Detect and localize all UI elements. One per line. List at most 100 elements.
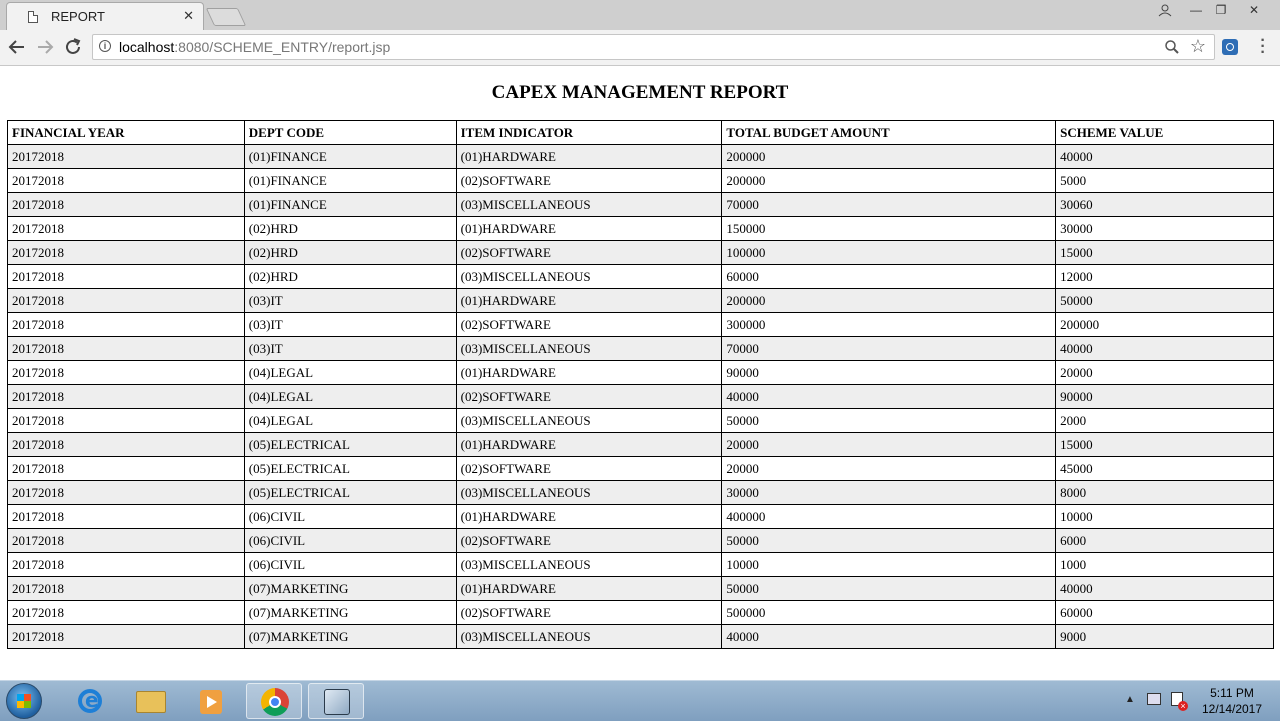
address-bar[interactable]: i localhost:8080/SCHEME_ENTRY/report.jsp… xyxy=(92,34,1215,60)
action-center-flag-icon[interactable] xyxy=(1171,692,1188,711)
cell-item-indicator: (01)HARDWARE xyxy=(455,288,723,313)
back-arrow-icon[interactable] xyxy=(6,36,28,58)
clock-date: 12/14/2017 xyxy=(1201,702,1263,716)
taskbar-virtualbox[interactable] xyxy=(308,683,364,719)
cell-dept-code: (05)ELECTRICAL xyxy=(243,432,457,457)
media-player-icon xyxy=(200,690,222,714)
start-button[interactable] xyxy=(6,683,42,719)
cell-financial-year: 20172018 xyxy=(7,600,245,625)
url-path: :8080/SCHEME_ENTRY/report.jsp xyxy=(174,39,391,55)
browser-tab[interactable]: REPORT ✕ xyxy=(6,2,204,30)
cell-financial-year: 20172018 xyxy=(7,288,245,313)
cell-total-budget-amount: 60000 xyxy=(721,264,1057,289)
cell-item-indicator: (02)SOFTWARE xyxy=(455,600,723,625)
virtualbox-icon xyxy=(324,689,350,715)
extension-icon[interactable] xyxy=(1222,39,1238,55)
header-total-budget-amount: TOTAL BUDGET AMOUNT xyxy=(721,120,1057,145)
table-row: 20172018 (05)ELECTRICAL (01)HARDWARE 20000 1… xyxy=(7,432,1274,457)
cell-financial-year: 20172018 xyxy=(7,312,245,337)
cell-scheme-value: 12000 xyxy=(1055,264,1274,289)
cell-total-budget-amount: 50000 xyxy=(721,576,1057,601)
table-row: 20172018 (03)IT (01)HARDWARE 200000 50000 xyxy=(7,288,1274,313)
cell-scheme-value: 45000 xyxy=(1055,456,1274,481)
cell-total-budget-amount: 200000 xyxy=(721,168,1057,193)
cell-total-budget-amount: 40000 xyxy=(721,384,1057,409)
cell-dept-code: (01)FINANCE xyxy=(243,192,457,217)
cell-total-budget-amount: 200000 xyxy=(721,144,1057,169)
table-row: 20172018 (04)LEGAL (01)HARDWARE 90000 20000 xyxy=(7,360,1274,385)
cell-scheme-value: 5000 xyxy=(1055,168,1274,193)
taskbar-media-player[interactable] xyxy=(182,683,238,719)
cell-total-budget-amount: 50000 xyxy=(721,528,1057,553)
show-hidden-icons-icon[interactable]: ▲ xyxy=(1125,694,1135,705)
taskbar-internet-explorer[interactable] xyxy=(62,683,118,719)
tab-close-icon[interactable]: ✕ xyxy=(183,8,194,24)
cell-scheme-value: 15000 xyxy=(1055,240,1274,265)
cell-scheme-value: 2000 xyxy=(1055,408,1274,433)
header-item-indicator: ITEM INDICATOR xyxy=(455,120,723,145)
system-clock[interactable]: 5:11 PM 12/14/2017 xyxy=(1192,685,1272,717)
cell-item-indicator: (01)HARDWARE xyxy=(455,576,723,601)
zoom-icon[interactable] xyxy=(1164,39,1180,55)
header-financial-year: FINANCIAL YEAR xyxy=(7,120,245,145)
cell-dept-code: (07)MARKETING xyxy=(243,624,457,649)
cell-item-indicator: (02)SOFTWARE xyxy=(455,312,723,337)
cell-item-indicator: (01)HARDWARE xyxy=(455,504,723,529)
cell-financial-year: 20172018 xyxy=(7,528,245,553)
cell-total-budget-amount: 70000 xyxy=(721,336,1057,361)
cell-total-budget-amount: 50000 xyxy=(721,408,1057,433)
cell-scheme-value: 30060 xyxy=(1055,192,1274,217)
restore-button[interactable]: ❐ xyxy=(1210,2,1232,18)
browser-toolbar: i localhost:8080/SCHEME_ENTRY/report.jsp… xyxy=(0,30,1280,66)
cell-scheme-value: 30000 xyxy=(1055,216,1274,241)
bookmark-star-icon[interactable]: ☆ xyxy=(1190,36,1206,57)
profile-icon[interactable] xyxy=(1154,2,1176,18)
cell-item-indicator: (02)SOFTWARE xyxy=(455,456,723,481)
taskbar-file-explorer[interactable] xyxy=(122,683,178,719)
table-row: 20172018 (01)FINANCE (03)MISCELLANEOUS 7000… xyxy=(7,192,1274,217)
table-row: 20172018 (01)FINANCE (02)SOFTWARE 200000 500… xyxy=(7,168,1274,193)
cell-financial-year: 20172018 xyxy=(7,504,245,529)
cell-dept-code: (02)HRD xyxy=(243,240,457,265)
cell-scheme-value: 8000 xyxy=(1055,480,1274,505)
cell-total-budget-amount: 10000 xyxy=(721,552,1057,577)
cell-item-indicator: (03)MISCELLANEOUS xyxy=(455,192,723,217)
chrome-menu-icon[interactable]: · · · xyxy=(1256,33,1270,61)
table-row: 20172018 (04)LEGAL (02)SOFTWARE 40000 90000 xyxy=(7,384,1274,409)
folder-icon xyxy=(136,691,166,713)
cell-scheme-value: 6000 xyxy=(1055,528,1274,553)
clock-time: 5:11 PM xyxy=(1210,686,1254,700)
cell-scheme-value: 40000 xyxy=(1055,144,1274,169)
cell-dept-code: (04)LEGAL xyxy=(243,408,457,433)
cell-financial-year: 20172018 xyxy=(7,360,245,385)
network-icon[interactable] xyxy=(1147,693,1161,705)
taskbar-chrome[interactable] xyxy=(246,683,302,719)
table-row: 20172018 (02)HRD (03)MISCELLANEOUS 60000 120… xyxy=(7,264,1274,289)
cell-dept-code: (02)HRD xyxy=(243,264,457,289)
browser-titlebar: REPORT ✕ — ❐ ✕ xyxy=(0,0,1280,30)
report-title: CAPEX MANAGEMENT REPORT xyxy=(491,82,789,103)
cell-financial-year: 20172018 xyxy=(7,336,245,361)
table-row: 20172018 (06)CIVIL (03)MISCELLANEOUS 10000 1… xyxy=(7,552,1274,577)
url-host: localhost xyxy=(119,39,175,55)
cell-financial-year: 20172018 xyxy=(7,168,245,193)
new-tab-button[interactable] xyxy=(205,8,247,26)
header-dept-code: DEPT CODE xyxy=(243,120,457,145)
cell-financial-year: 20172018 xyxy=(7,240,245,265)
cell-total-budget-amount: 20000 xyxy=(721,456,1057,481)
cell-financial-year: 20172018 xyxy=(7,144,245,169)
table-header-row: FINANCIAL YEAR DEPT CODE ITEM INDICATOR … xyxy=(7,120,1274,145)
close-window-button[interactable]: ✕ xyxy=(1243,2,1265,18)
info-icon[interactable]: i xyxy=(99,40,111,52)
table-row: 20172018 (02)HRD (01)HARDWARE 150000 30000 xyxy=(7,216,1274,241)
cell-dept-code: (06)CIVIL xyxy=(243,504,457,529)
forward-arrow-icon[interactable] xyxy=(34,36,56,58)
cell-item-indicator: (02)SOFTWARE xyxy=(455,528,723,553)
minimize-button[interactable]: — xyxy=(1185,2,1207,18)
cell-dept-code: (02)HRD xyxy=(243,216,457,241)
table-row: 20172018 (06)CIVIL (01)HARDWARE 400000 10000 xyxy=(7,504,1274,529)
reload-icon[interactable] xyxy=(62,36,84,58)
cell-item-indicator: (01)HARDWARE xyxy=(455,360,723,385)
cell-scheme-value: 20000 xyxy=(1055,360,1274,385)
cell-dept-code: (05)ELECTRICAL xyxy=(243,480,457,505)
